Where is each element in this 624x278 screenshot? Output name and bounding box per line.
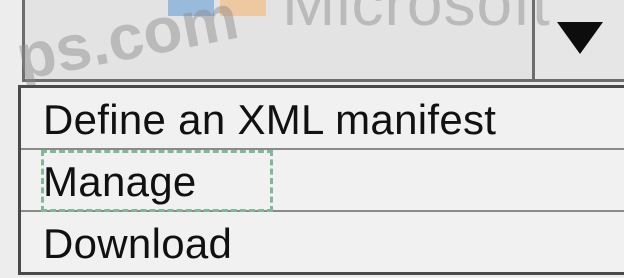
option-label: Define an XML manifest [43,96,497,143]
triangle-down-icon [557,22,603,54]
dropdown-options-list: Define an XML manifest Manage Download [18,85,624,275]
option-label: Download [43,220,233,267]
option-define-xml-manifest[interactable]: Define an XML manifest [21,88,624,150]
dropdown-question-area: Microsoft ps.com Define an XML manifest … [0,0,624,278]
option-manage[interactable]: Manage [21,150,624,212]
option-label: Manage [43,158,197,205]
option-download[interactable]: Download [21,212,624,272]
watermark-brand-text: Microsoft [282,0,551,39]
